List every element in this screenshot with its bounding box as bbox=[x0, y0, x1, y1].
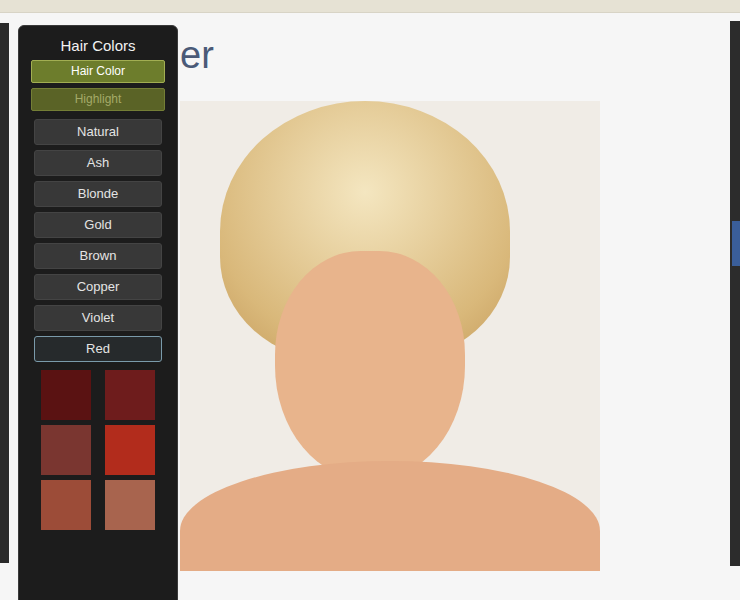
color-swatch[interactable] bbox=[41, 370, 91, 420]
left-edge-panel bbox=[0, 23, 9, 563]
color-family-button[interactable]: Red bbox=[34, 336, 162, 362]
color-family-button[interactable]: Copper bbox=[34, 274, 162, 300]
mode-buttons: Hair Color Highlight bbox=[31, 60, 165, 111]
hair-colors-panel: Hair Colors Hair Color Highlight Natural Ash… bbox=[18, 25, 178, 600]
page-heading: er bbox=[180, 33, 730, 77]
color-family-list: Natural Ash Blonde Gold Brown Copper Violet Red bbox=[34, 119, 162, 362]
color-swatch[interactable] bbox=[105, 370, 155, 420]
color-swatch[interactable] bbox=[41, 425, 91, 475]
mode-button[interactable]: Highlight bbox=[31, 88, 165, 111]
color-family-button[interactable]: Blonde bbox=[34, 181, 162, 207]
color-swatch[interactable] bbox=[105, 480, 155, 530]
color-swatch[interactable] bbox=[41, 480, 91, 530]
swatch-grid bbox=[41, 370, 155, 530]
shoulders-shape bbox=[180, 461, 600, 571]
color-family-button[interactable]: Brown bbox=[34, 243, 162, 269]
panel-title: Hair Colors bbox=[60, 36, 135, 56]
color-family-button[interactable]: Natural bbox=[34, 119, 162, 145]
color-family-button[interactable]: Violet bbox=[34, 305, 162, 331]
face-shape bbox=[275, 251, 465, 481]
color-family-button[interactable]: Gold bbox=[34, 212, 162, 238]
model-photo bbox=[180, 101, 600, 571]
browser-strip bbox=[0, 0, 740, 13]
mode-button[interactable]: Hair Color bbox=[31, 60, 165, 83]
right-edge-tab bbox=[732, 221, 740, 266]
color-family-button[interactable]: Ash bbox=[34, 150, 162, 176]
screen: er Hair Colors Hair Color Highlight Natural A… bbox=[0, 0, 740, 600]
color-swatch[interactable] bbox=[105, 425, 155, 475]
right-edge-panel bbox=[730, 21, 740, 566]
